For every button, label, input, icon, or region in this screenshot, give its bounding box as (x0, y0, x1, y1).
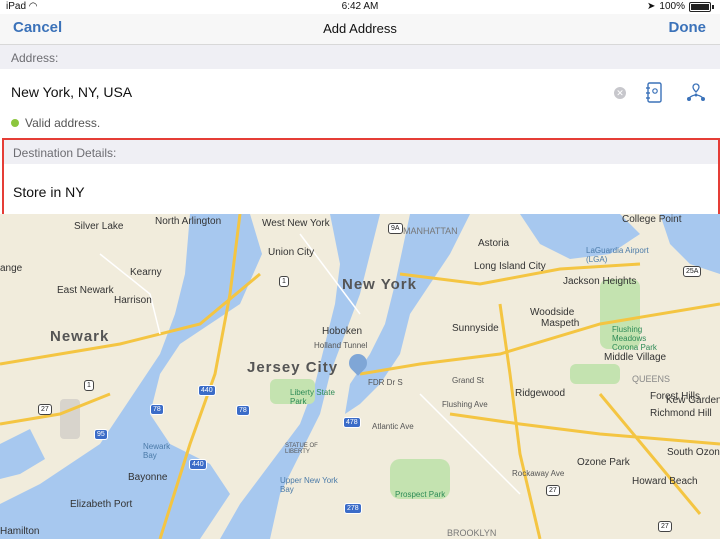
map-label: New York (342, 276, 417, 293)
validation-text: Valid address. (25, 116, 101, 130)
highway-shield: 95 (94, 429, 108, 440)
highway-shield: 478 (343, 417, 361, 428)
map-label: Richmond Hill (650, 408, 712, 419)
map-label: Woodside (530, 307, 575, 318)
location-icon: ➤ (647, 1, 656, 12)
destination-details-field[interactable]: Store in NY (13, 184, 85, 200)
map-label: Hamilton (0, 526, 40, 537)
address-row: New York, NY, USA ✕ Valid address. (0, 70, 720, 138)
highway-shield: 440 (189, 459, 207, 470)
highway-shield: 25A (683, 266, 702, 277)
map-label: Maspeth (541, 318, 580, 329)
map-label: College Point (622, 214, 682, 225)
map-label: Astoria (478, 238, 510, 249)
map-label: Middle Village (604, 352, 667, 363)
map-label: Kew Gardens (666, 395, 720, 406)
map-label: Sunnyside (452, 323, 499, 334)
map-label: LaGuardia Airport (LGA) (586, 246, 649, 264)
map-label: Bayonne (128, 472, 168, 483)
highway-shield: 78 (236, 405, 250, 416)
address-field[interactable]: New York, NY, USA (11, 84, 132, 100)
map-view[interactable]: North Arlington West New York MANHATTAN … (0, 214, 720, 539)
page-title: Add Address (323, 21, 397, 36)
map-label: West New York (262, 218, 330, 229)
map-label: Hoboken (322, 326, 363, 337)
map-label: Upper New York Bay (280, 476, 338, 494)
highway-shield: 27 (546, 485, 560, 496)
highway-shield: 440 (198, 385, 216, 396)
map-label: Elizabeth Port (70, 499, 133, 510)
map-label: Howard Beach (632, 476, 698, 487)
map-label: Union City (268, 247, 315, 258)
map-label: Ozone Park (577, 457, 630, 468)
destination-details-section: Destination Details: Store in NY (2, 138, 720, 216)
status-bar: iPad ◠ 6:42 AM ➤ 100% (0, 0, 720, 14)
map-label: Rockaway Ave (512, 469, 565, 478)
map-label: North Arlington (155, 216, 222, 227)
map-label: Silver Lake (74, 221, 124, 232)
highway-shield: 78 (150, 404, 164, 415)
clear-icon[interactable]: ✕ (614, 87, 626, 99)
highway-shield: 1 (279, 276, 289, 287)
map-label: Grand St (452, 376, 485, 385)
map-label: Flushing Meadows Corona Park (612, 325, 657, 352)
map-label: MANHATTAN (403, 226, 458, 236)
map-label: East Newark (57, 285, 114, 296)
map-label: Prospect Park (395, 490, 446, 499)
valid-status-icon (11, 119, 19, 127)
highway-shield: 27 (38, 404, 52, 415)
highway-shield: 1 (84, 380, 94, 391)
map-label: Harrison (114, 295, 152, 306)
map-label: Ridgewood (515, 388, 566, 399)
battery-tip (712, 4, 714, 9)
done-button[interactable]: Done (669, 19, 707, 36)
map-label: Jersey City (247, 359, 339, 376)
battery-percent: 100% (659, 1, 685, 12)
map-label: Holland Tunnel (314, 341, 368, 350)
map-label: BROOKLYN (447, 528, 497, 538)
map-label: Atlantic Ave (372, 422, 414, 431)
map-label: QUEENS (632, 374, 671, 384)
map-label: Long Island City (474, 261, 546, 272)
destination-section-header: Destination Details: (4, 140, 718, 164)
destination-header-label: Destination Details: (13, 146, 117, 160)
contact-book-icon[interactable] (645, 82, 663, 104)
highway-shield: 278 (344, 503, 362, 514)
map-route-icon[interactable] (685, 82, 707, 104)
map-label: Flushing Ave (442, 400, 488, 409)
map-label: STATUE OF LIBERTY (285, 443, 318, 455)
status-right: ➤ 100% (647, 1, 714, 12)
map-label: Newark (50, 328, 110, 345)
map-label: Kearny (130, 267, 162, 278)
map-label: South Ozone (667, 447, 720, 458)
map-label: Jackson Heights (563, 276, 637, 287)
navigation-bar: Cancel Add Address Done (0, 14, 720, 45)
map-label: FDR Dr S (368, 378, 403, 387)
highway-shield: 9A (388, 223, 403, 234)
map-label: Newark Bay (143, 442, 171, 460)
validation-status: Valid address. (11, 116, 100, 130)
address-header-label: Address: (11, 51, 59, 65)
map-label: ange (0, 263, 23, 274)
battery-icon (689, 1, 711, 12)
highway-shield: 27 (658, 521, 672, 532)
clock: 6:42 AM (341, 1, 379, 12)
map-label: Liberty State Park (290, 388, 335, 406)
address-section-header: Address: (0, 45, 720, 69)
